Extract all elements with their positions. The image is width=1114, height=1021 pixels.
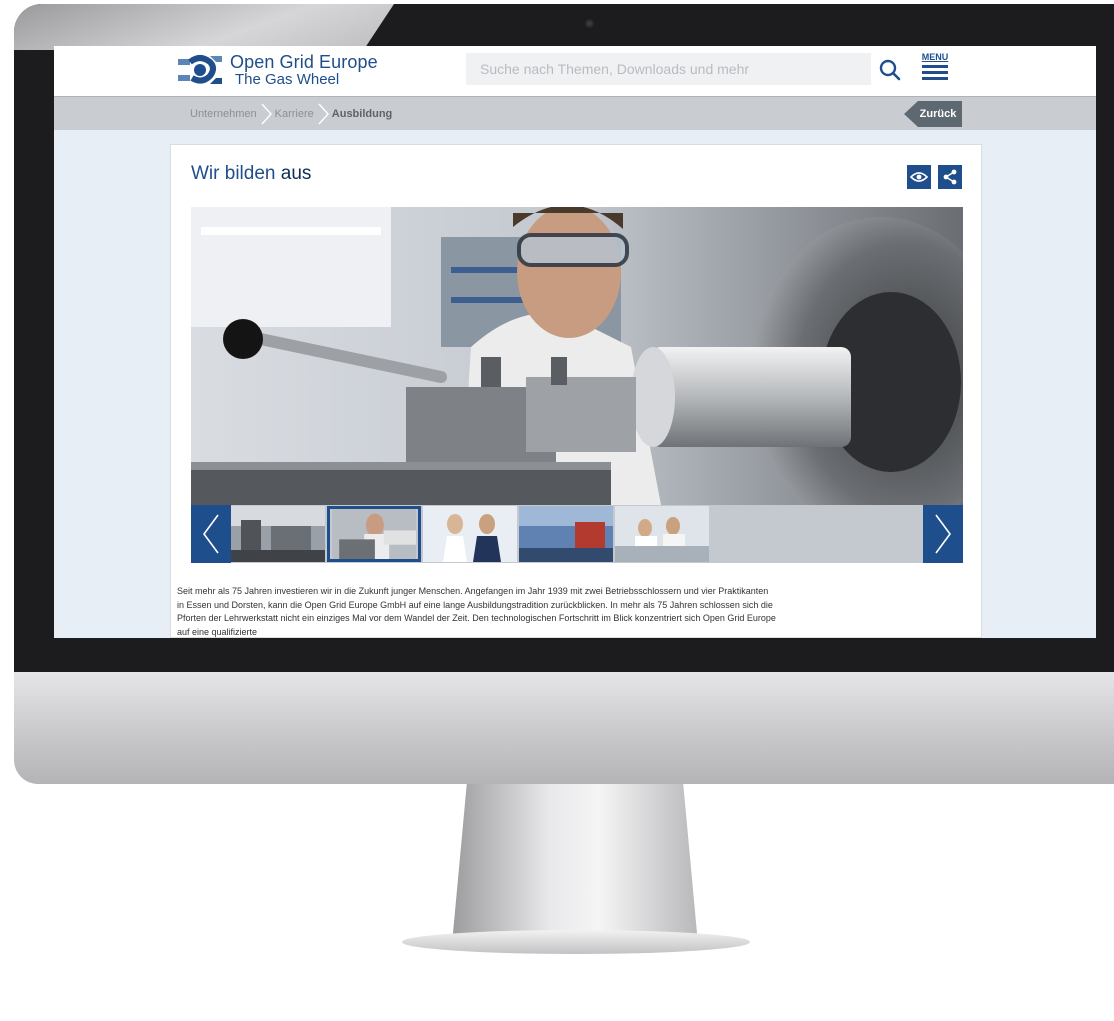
camera-icon bbox=[585, 19, 594, 28]
gallery-thumbnail[interactable] bbox=[423, 506, 517, 562]
menu-icon-bar bbox=[922, 71, 948, 74]
gallery-main-image[interactable] bbox=[191, 207, 963, 505]
page-title-part2: aus bbox=[280, 163, 312, 184]
site-header: Open Grid Europe The Gas Wheel MENU bbox=[54, 46, 1096, 96]
menu-button[interactable]: MENU bbox=[920, 52, 950, 88]
breadcrumb-item-ausbildung: Ausbildung bbox=[331, 108, 393, 120]
intro-paragraph: Seit mehr als 75 Jahren investieren wir … bbox=[177, 586, 776, 637]
chevron-right-icon bbox=[935, 514, 951, 554]
breadcrumb-item-unternehmen[interactable]: Unternehmen bbox=[190, 108, 257, 120]
page-title: Wir bilden aus bbox=[191, 163, 311, 185]
menu-label: MENU bbox=[921, 52, 949, 62]
screen: Open Grid Europe The Gas Wheel MENU Unte… bbox=[54, 46, 1096, 638]
content-card: Wir bilden aus Seit mehr als 75 Jahren i… bbox=[170, 144, 982, 638]
gallery-prev-button[interactable] bbox=[191, 505, 231, 563]
chevron-right-icon bbox=[261, 103, 272, 125]
search-icon[interactable] bbox=[878, 58, 902, 82]
breadcrumb: Unternehmen Karriere Ausbildung Zurück bbox=[54, 96, 1096, 130]
search-input[interactable] bbox=[466, 53, 871, 85]
chevron-right-icon bbox=[318, 103, 329, 125]
bezel-glare bbox=[14, 4, 394, 50]
gallery-thumbnail[interactable] bbox=[615, 506, 709, 562]
breadcrumb-item-karriere[interactable]: Karriere bbox=[275, 108, 314, 120]
gallery-thumbnail[interactable] bbox=[231, 506, 325, 562]
monitor-chin bbox=[14, 672, 1114, 784]
page-title-part1: Wir bilden bbox=[191, 163, 276, 184]
share-button[interactable] bbox=[938, 165, 962, 189]
gallery-thumbnail-strip bbox=[191, 505, 963, 563]
logo-icon[interactable] bbox=[176, 52, 224, 88]
gallery-next-button[interactable] bbox=[923, 505, 963, 563]
share-icon bbox=[943, 169, 957, 185]
menu-icon bbox=[922, 65, 948, 68]
monitor-stand bbox=[452, 784, 698, 944]
eye-icon bbox=[910, 172, 928, 182]
monitor-base bbox=[402, 930, 750, 954]
menu-icon-bar bbox=[922, 77, 948, 80]
breadcrumb-trail: Unternehmen Karriere Ausbildung bbox=[190, 97, 392, 131]
gallery-thumbnail[interactable] bbox=[519, 506, 613, 562]
chevron-left-icon bbox=[203, 514, 219, 554]
gallery-thumbnail-selected[interactable] bbox=[327, 506, 421, 562]
back-button[interactable]: Zurück bbox=[904, 101, 962, 127]
logo-name[interactable]: Open Grid Europe bbox=[230, 52, 378, 73]
view-button[interactable] bbox=[907, 165, 931, 189]
logo-tagline[interactable]: The Gas Wheel bbox=[235, 71, 339, 88]
